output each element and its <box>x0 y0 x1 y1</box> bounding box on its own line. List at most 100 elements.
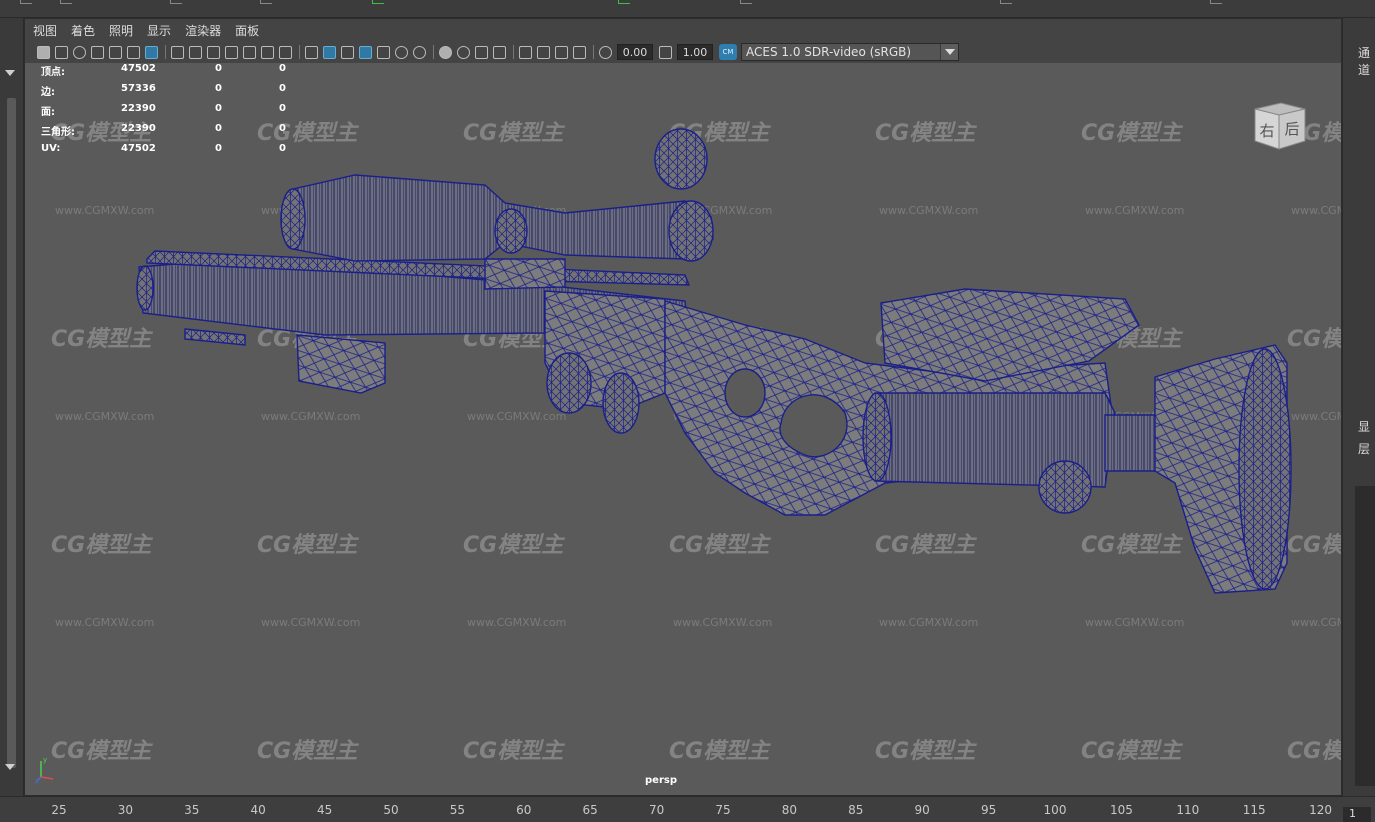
hud-value: 0 <box>215 123 222 134</box>
wireframe-icon[interactable] <box>305 45 318 59</box>
safe-action-icon[interactable] <box>261 45 274 59</box>
hud-value: 0 <box>279 123 286 134</box>
menu-renderer[interactable]: 渲染器 <box>185 22 221 39</box>
safe-title-icon[interactable] <box>279 45 292 59</box>
timeline-tick-label: 85 <box>848 803 864 817</box>
shaded-cube-icon[interactable] <box>323 45 336 59</box>
menu-show[interactable]: 显示 <box>147 22 171 39</box>
menu-view[interactable]: 视图 <box>33 22 57 39</box>
timeline-tick-label: 120 <box>1309 803 1333 817</box>
layer-tab[interactable]: 层 <box>1358 440 1370 457</box>
shelf-marker <box>20 0 32 4</box>
menu-panels[interactable]: 面板 <box>235 22 259 39</box>
textured-icon[interactable] <box>377 45 390 59</box>
hud-value: 0 <box>279 103 286 114</box>
gamma-field[interactable]: 0.00 <box>617 44 653 60</box>
image-plane-icon[interactable] <box>91 45 104 59</box>
isolate-icon[interactable] <box>519 45 532 59</box>
xray-components-icon[interactable] <box>573 45 586 59</box>
bookmark-icon[interactable] <box>73 45 86 59</box>
panel-toolbar: 0.00 1.00 CM ACES 1.0 SDR-video (sRGB) <box>25 41 1341 63</box>
shelf-marker <box>170 0 182 4</box>
gate-mask-icon[interactable] <box>225 45 238 59</box>
light-icon[interactable] <box>395 45 408 59</box>
shelf-marker <box>60 0 72 4</box>
colorspace-select[interactable]: ACES 1.0 SDR-video (sRGB) <box>741 43 959 61</box>
axis-gizmo: y z <box>35 756 54 785</box>
timeslider-marker <box>618 0 630 4</box>
hud-value: 22390 <box>121 123 156 134</box>
screen-space-ao-icon[interactable] <box>439 45 452 59</box>
resolution-gate-icon[interactable] <box>207 45 220 59</box>
scroll-up-arrow-icon[interactable] <box>5 70 15 76</box>
timeline-tick-label: 65 <box>582 803 598 817</box>
axis-z-label: z <box>35 777 39 785</box>
timeline-tick-label: 35 <box>184 803 200 817</box>
shelf-marker <box>1210 0 1222 4</box>
field-chart-icon[interactable] <box>243 45 256 59</box>
hud-label: 三角形: <box>41 127 75 138</box>
current-frame-field[interactable]: 1 <box>1343 807 1371 822</box>
timeline-tick-label: 75 <box>715 803 731 817</box>
timeline-tick-label: 80 <box>781 803 798 817</box>
channel-box-tab[interactable]: 通道 <box>1358 44 1375 78</box>
pencil-icon[interactable] <box>145 45 158 59</box>
shelf-marker <box>1000 0 1012 4</box>
timeline-tick-label: 90 <box>914 803 930 817</box>
hud-value: 0 <box>279 63 286 74</box>
hud-value: 0 <box>215 63 222 74</box>
channel-box-panel: 通道 显 层 <box>1342 18 1375 796</box>
hud-value: 57336 <box>121 83 156 94</box>
time-slider[interactable]: 25 30 35 40 45 50 55 60 65 70 75 80 85 90 95 100 105 110 1… <box>0 796 1375 822</box>
exposure-icon[interactable] <box>659 45 672 59</box>
hud-value: 0 <box>215 83 222 94</box>
2d-pan-zoom-icon[interactable] <box>109 45 122 59</box>
hud-value: 0 <box>279 143 286 154</box>
shadows-icon[interactable] <box>413 45 426 59</box>
chevron-down-icon[interactable] <box>940 44 958 60</box>
hud-label: 顶点: <box>41 67 65 78</box>
camera-label: persp <box>645 775 677 786</box>
hud-value: 22390 <box>121 103 156 114</box>
timeline-tick-label: 60 <box>516 803 532 817</box>
toolbar-separator <box>593 45 594 59</box>
poly-count-hud: 顶点: 47502 0 0 边: 57336 0 0 面: 22390 0 0 <box>41 63 301 163</box>
gamma-icon[interactable] <box>599 45 612 59</box>
hud-row-faces: 面: 22390 0 0 <box>41 103 301 123</box>
viewcube-right-face[interactable]: 右 <box>1259 122 1274 140</box>
display-tab[interactable]: 显 <box>1358 418 1370 435</box>
film-gate-icon[interactable] <box>189 45 202 59</box>
wireframe-on-shaded-icon[interactable] <box>359 45 372 59</box>
timeline-tick-label: 40 <box>250 803 266 817</box>
menu-shading[interactable]: 着色 <box>71 22 95 39</box>
viewcube-back-face[interactable]: 后 <box>1284 120 1299 138</box>
view-cube[interactable]: 右 后 <box>1251 99 1309 153</box>
color-management-icon[interactable]: CM <box>719 44 737 60</box>
left-scrollbar[interactable] <box>7 98 16 768</box>
use-default-material-icon[interactable] <box>341 45 354 59</box>
hud-row-triangles: 三角形: 22390 0 0 <box>41 123 301 143</box>
timeslider-marker <box>372 0 384 4</box>
hud-label: 面: <box>41 107 55 118</box>
camera-icon[interactable] <box>37 45 50 59</box>
hud-value: 0 <box>279 83 286 94</box>
layer-scroll-area[interactable] <box>1355 486 1375 786</box>
depth-of-field-icon[interactable] <box>493 45 506 59</box>
anti-aliasing-icon[interactable] <box>475 45 488 59</box>
scroll-down-arrow-icon[interactable] <box>5 764 15 770</box>
rifle-wireframe-model[interactable] <box>25 63 1341 795</box>
toolbar-separator <box>299 45 300 59</box>
motion-blur-icon[interactable] <box>457 45 470 59</box>
hud-label: UV: <box>41 143 61 154</box>
left-toolbox <box>0 18 24 796</box>
grease-pencil-icon[interactable] <box>127 45 140 59</box>
hud-value: 0 <box>215 143 222 154</box>
xray-icon[interactable] <box>537 45 550 59</box>
timeline-tick-label: 25 <box>51 803 67 817</box>
grid-icon[interactable] <box>171 45 184 59</box>
3d-viewport[interactable]: CG模型主CG模型主CG模型主CG模型主CG模型主CG模型主CG模型主CG模型主… <box>25 63 1341 795</box>
camera-attributes-icon[interactable] <box>55 45 68 59</box>
exposure-field[interactable]: 1.00 <box>677 44 713 60</box>
xray-joints-icon[interactable] <box>555 45 568 59</box>
menu-lighting[interactable]: 照明 <box>109 22 133 39</box>
